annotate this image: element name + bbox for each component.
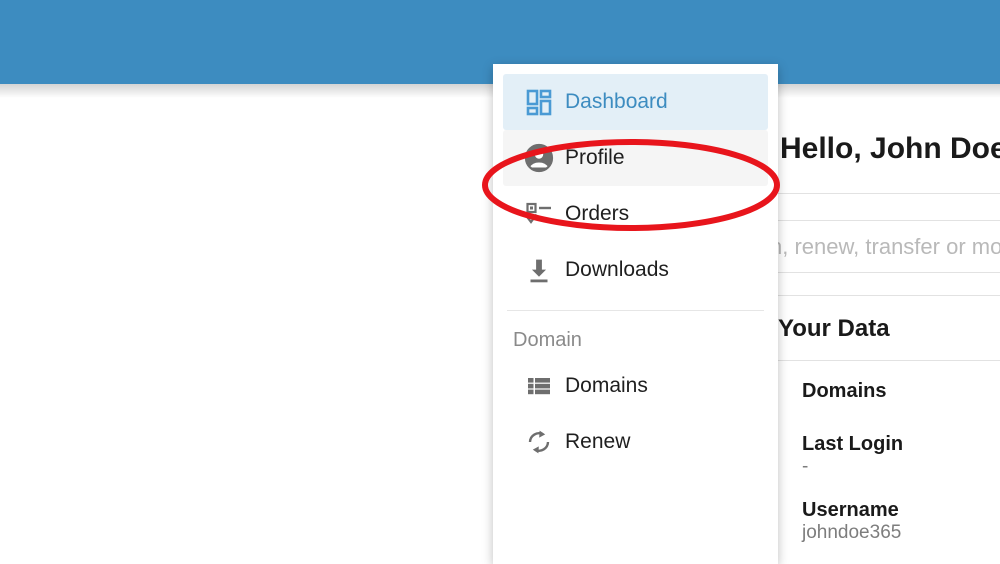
menu-item-label: Orders <box>565 202 630 225</box>
data-field-value: johndoe365 <box>802 522 902 543</box>
menu-item-label: Renew <box>565 430 631 453</box>
divider <box>768 193 1000 194</box>
menu-item-orders[interactable]: Orders <box>503 186 768 242</box>
data-field-label: Last Login <box>802 433 904 455</box>
menu-item-dashboard[interactable]: Dashboard <box>503 74 768 130</box>
menu-section-label-domain: Domain <box>513 329 582 351</box>
menu-item-domains[interactable]: Domains <box>503 358 768 414</box>
divider <box>768 220 1000 221</box>
menu-item-profile[interactable]: Profile <box>503 130 768 186</box>
dashboard-grid-icon <box>513 88 565 116</box>
my-joker-dropdown-menu: Dashboard Profile Orders Downloads Domai… <box>493 64 778 564</box>
download-icon <box>513 256 565 284</box>
data-field-last-login: Last Login - <box>802 433 903 478</box>
menu-item-downloads[interactable]: Downloads <box>503 242 768 298</box>
data-field-label: Username <box>802 499 899 521</box>
menu-item-label: Domains <box>565 374 648 397</box>
data-field-username: Username johndoe365 <box>802 499 901 544</box>
menu-item-renew[interactable]: Renew <box>503 414 768 470</box>
user-avatar-icon <box>513 143 565 173</box>
browser-page: Domains About Us Reseller My Joker Hello… <box>0 0 1000 564</box>
data-field-domains: Domains <box>802 380 886 403</box>
domain-search-input[interactable]: n, renew, transfer or mo <box>770 234 1000 260</box>
menu-item-label: Dashboard <box>565 90 668 113</box>
checklist-icon <box>513 200 565 228</box>
divider <box>768 295 1000 296</box>
refresh-cycle-icon <box>513 428 565 456</box>
your-data-heading: Your Data <box>778 315 890 342</box>
list-rows-icon <box>513 372 565 400</box>
menu-item-label: Profile <box>565 146 625 169</box>
data-field-label: Domains <box>802 380 887 402</box>
page-title: Hello, John Doe <box>780 132 1000 165</box>
data-field-value: - <box>802 456 809 477</box>
divider <box>768 272 1000 273</box>
menu-item-label: Downloads <box>565 258 669 281</box>
divider <box>768 360 1000 361</box>
